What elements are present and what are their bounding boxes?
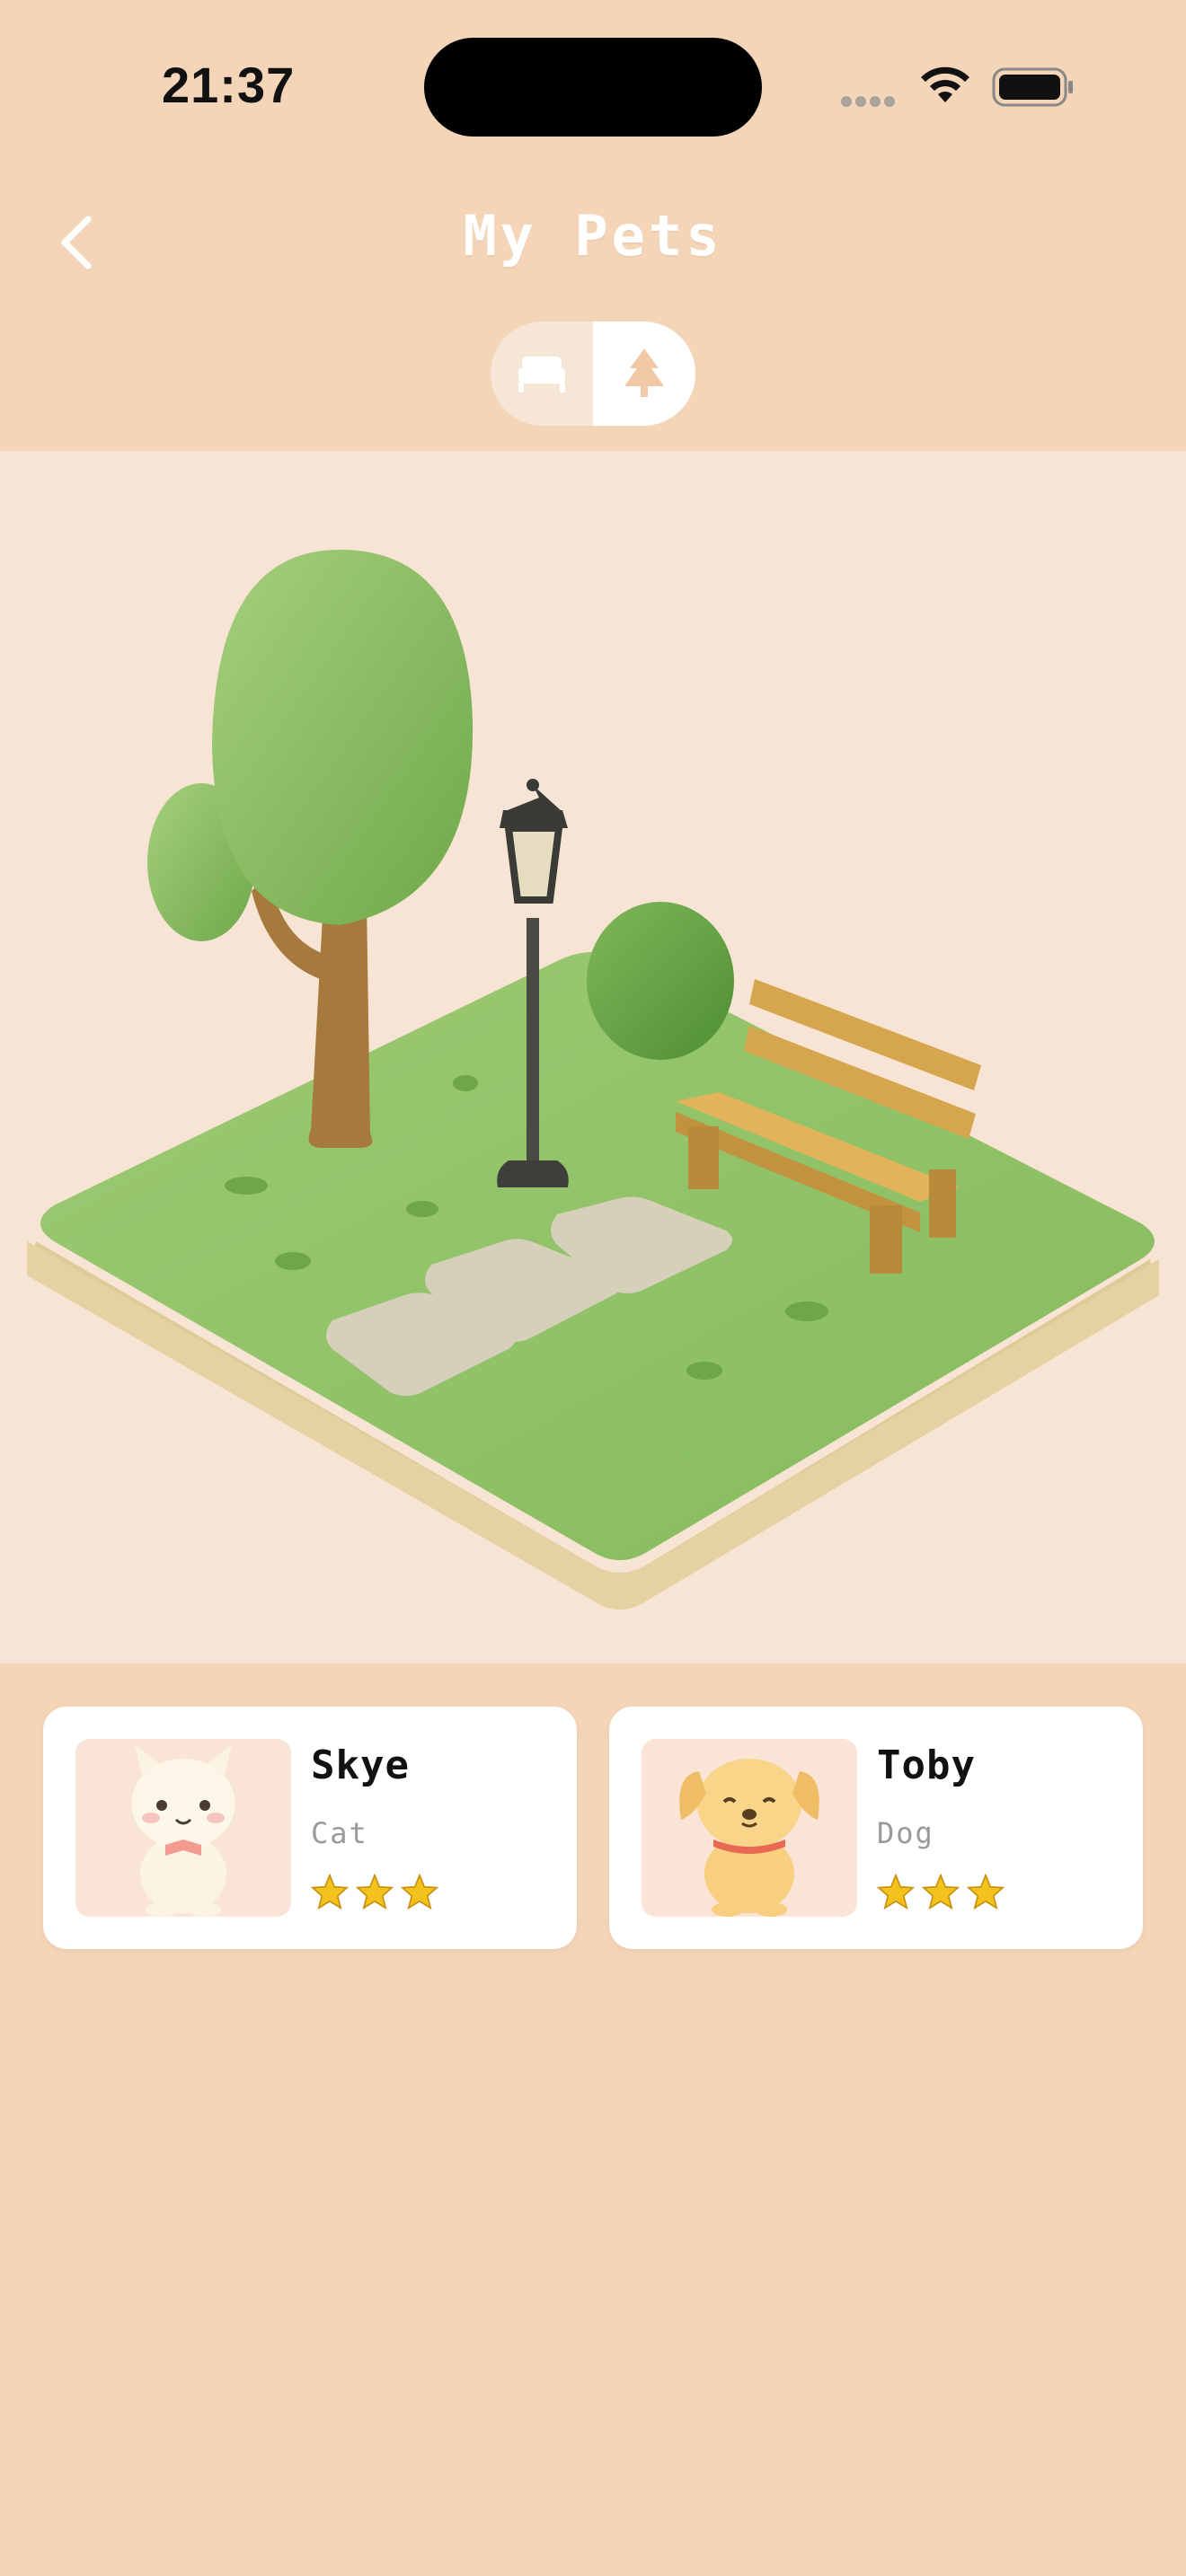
nav-bar: My Pets: [0, 180, 1186, 305]
toggle-outdoor-option[interactable]: [593, 322, 695, 426]
pet-rating: [877, 1874, 1005, 1910]
star-icon: [922, 1874, 960, 1910]
bed-icon: [518, 357, 565, 393]
status-bar: 21:37: [0, 0, 1186, 171]
view-toggle[interactable]: [491, 322, 695, 426]
page-title: My Pets: [463, 203, 723, 269]
toggle-indoor-option[interactable]: [491, 322, 593, 426]
pet-card-toby[interactable]: Toby Dog: [609, 1707, 1143, 1949]
wifi-icon: [916, 63, 974, 110]
pet-name: Skye: [311, 1742, 410, 1788]
status-time: 21:37: [162, 57, 296, 113]
pet-type: Dog: [877, 1816, 934, 1850]
star-icon: [877, 1874, 915, 1910]
star-icon: [311, 1874, 349, 1910]
pet-card-skye[interactable]: Skye Cat: [43, 1707, 577, 1949]
star-icon: [356, 1874, 394, 1910]
star-icon: [967, 1874, 1005, 1910]
pet-name: Toby: [877, 1742, 976, 1788]
dynamic-island: [424, 38, 762, 137]
dog-avatar-icon: [642, 1739, 857, 1917]
park-diorama: [27, 550, 1159, 1610]
cat-avatar-icon: [75, 1739, 291, 1917]
pet-type: Cat: [311, 1816, 368, 1850]
pet-scene: [0, 451, 1186, 1663]
cellular-signal-icon: [841, 93, 898, 110]
star-icon: [401, 1874, 438, 1910]
tree-icon: [624, 348, 664, 397]
pet-rating: [311, 1874, 438, 1910]
battery-icon: [992, 66, 1075, 111]
